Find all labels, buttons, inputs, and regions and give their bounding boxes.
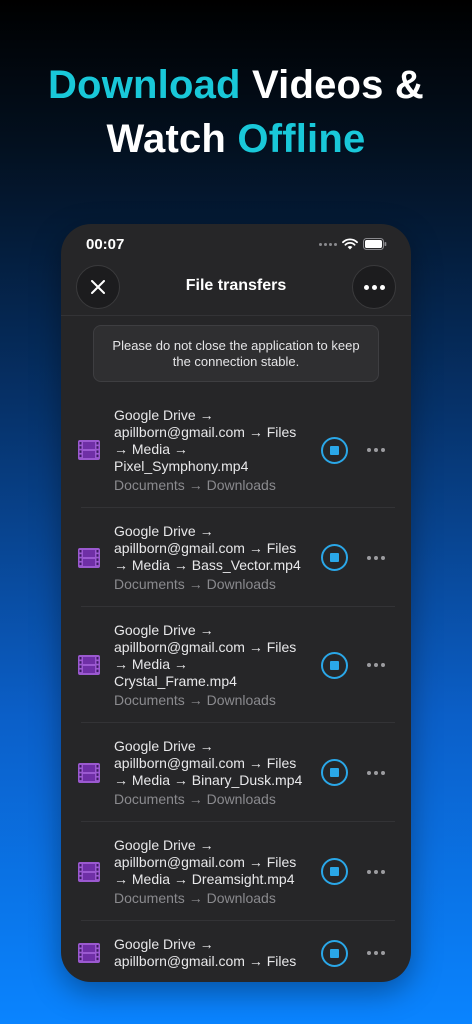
stop-icon (330, 660, 339, 670)
transfer-more-button[interactable] (366, 948, 386, 958)
more-icon (363, 284, 385, 290)
headline-accent-download: Download (47, 63, 241, 107)
transfer-route: Documents → Downloads (114, 576, 276, 592)
transfer-route: Documents → Downloads (114, 477, 276, 493)
headline-line-1: Download Videos & (0, 58, 472, 112)
connection-warning-banner: Please do not close the application to k… (93, 325, 379, 382)
transfer-more-button[interactable] (366, 553, 386, 563)
transfer-path: Google Drive → apillborn@gmail.com → Fil… (114, 523, 301, 573)
transfer-row[interactable]: Google Drive → apillborn@gmail.com → Fil… (78, 723, 395, 822)
battery-icon (363, 238, 387, 250)
status-bar: 00:07 (61, 224, 411, 264)
stop-transfer-button[interactable] (321, 436, 348, 464)
phone-screen: 00:07 File transfers Please do not close… (61, 224, 411, 982)
marketing-headline: Download Videos & Watch Offline (0, 58, 472, 166)
transfer-more-button[interactable] (366, 768, 386, 778)
stop-icon (330, 445, 339, 455)
transfer-text: Google Drive → apillborn@gmail.com → Fil… (114, 392, 312, 507)
nav-bar: File transfers (61, 264, 411, 316)
film-icon (78, 440, 100, 460)
stop-icon (330, 948, 339, 958)
transfer-row[interactable]: Google Drive → apillborn@gmail.com → Fil… (78, 822, 395, 921)
transfer-list: Google Drive → apillborn@gmail.com → Fil… (61, 392, 411, 982)
transfer-path: Google Drive → apillborn@gmail.com → Fil… (114, 407, 297, 474)
wifi-icon (342, 238, 358, 250)
status-time: 00:07 (86, 236, 125, 253)
transfer-text: Google Drive → apillborn@gmail.com → Fil… (114, 508, 312, 606)
transfer-text: Google Drive → apillborn@gmail.com → Fil… (114, 921, 312, 982)
transfer-row[interactable]: Google Drive → apillborn@gmail.com → Fil… (78, 392, 395, 508)
headline-line-2: Watch Offline (0, 112, 472, 166)
transfer-path: Google Drive → apillborn@gmail.com → Fil… (114, 738, 303, 788)
stop-transfer-button[interactable] (321, 759, 348, 786)
transfer-row[interactable]: Google Drive → apillborn@gmail.com → Fil… (78, 607, 395, 723)
transfer-route: Documents → Downloads (114, 890, 276, 906)
transfer-more-button[interactable] (366, 660, 386, 670)
status-icons (319, 238, 387, 250)
transfer-text: Google Drive → apillborn@gmail.com → Fil… (114, 723, 312, 821)
film-icon (78, 762, 100, 783)
transfer-text: Google Drive → apillborn@gmail.com → Fil… (114, 607, 312, 722)
transfer-more-button[interactable] (366, 445, 386, 455)
transfer-row[interactable]: Google Drive → apillborn@gmail.com → Fil… (78, 508, 395, 607)
film-icon (78, 547, 100, 568)
stop-transfer-button[interactable] (321, 939, 348, 967)
film-icon (78, 861, 100, 882)
headline-accent-offline: Offline (237, 117, 366, 161)
film-icon (78, 943, 100, 963)
cellular-signal-icon (319, 242, 337, 246)
transfer-path: Google Drive → apillborn@gmail.com → Fil… (114, 837, 297, 887)
transfer-path: Google Drive → apillborn@gmail.com → Fil… (114, 622, 297, 689)
stop-icon (330, 768, 339, 777)
transfer-route: Documents → Downloads (114, 692, 276, 708)
stop-transfer-button[interactable] (321, 544, 348, 571)
transfer-route: Documents → Downloads (114, 791, 276, 807)
transfer-text: Google Drive → apillborn@gmail.com → Fil… (114, 822, 312, 920)
transfer-path: Google Drive → apillborn@gmail.com → Fil… (114, 936, 297, 969)
headline-videos: Videos & (240, 63, 425, 107)
transfer-row[interactable]: Google Drive → apillborn@gmail.com → Fil… (78, 921, 395, 982)
stop-icon (330, 867, 339, 876)
more-options-button[interactable] (352, 265, 396, 309)
headline-watch: Watch (106, 117, 238, 161)
film-icon (78, 655, 100, 675)
stop-transfer-button[interactable] (321, 651, 348, 679)
stop-transfer-button[interactable] (321, 858, 348, 885)
stop-icon (330, 553, 339, 562)
transfer-more-button[interactable] (366, 867, 386, 877)
